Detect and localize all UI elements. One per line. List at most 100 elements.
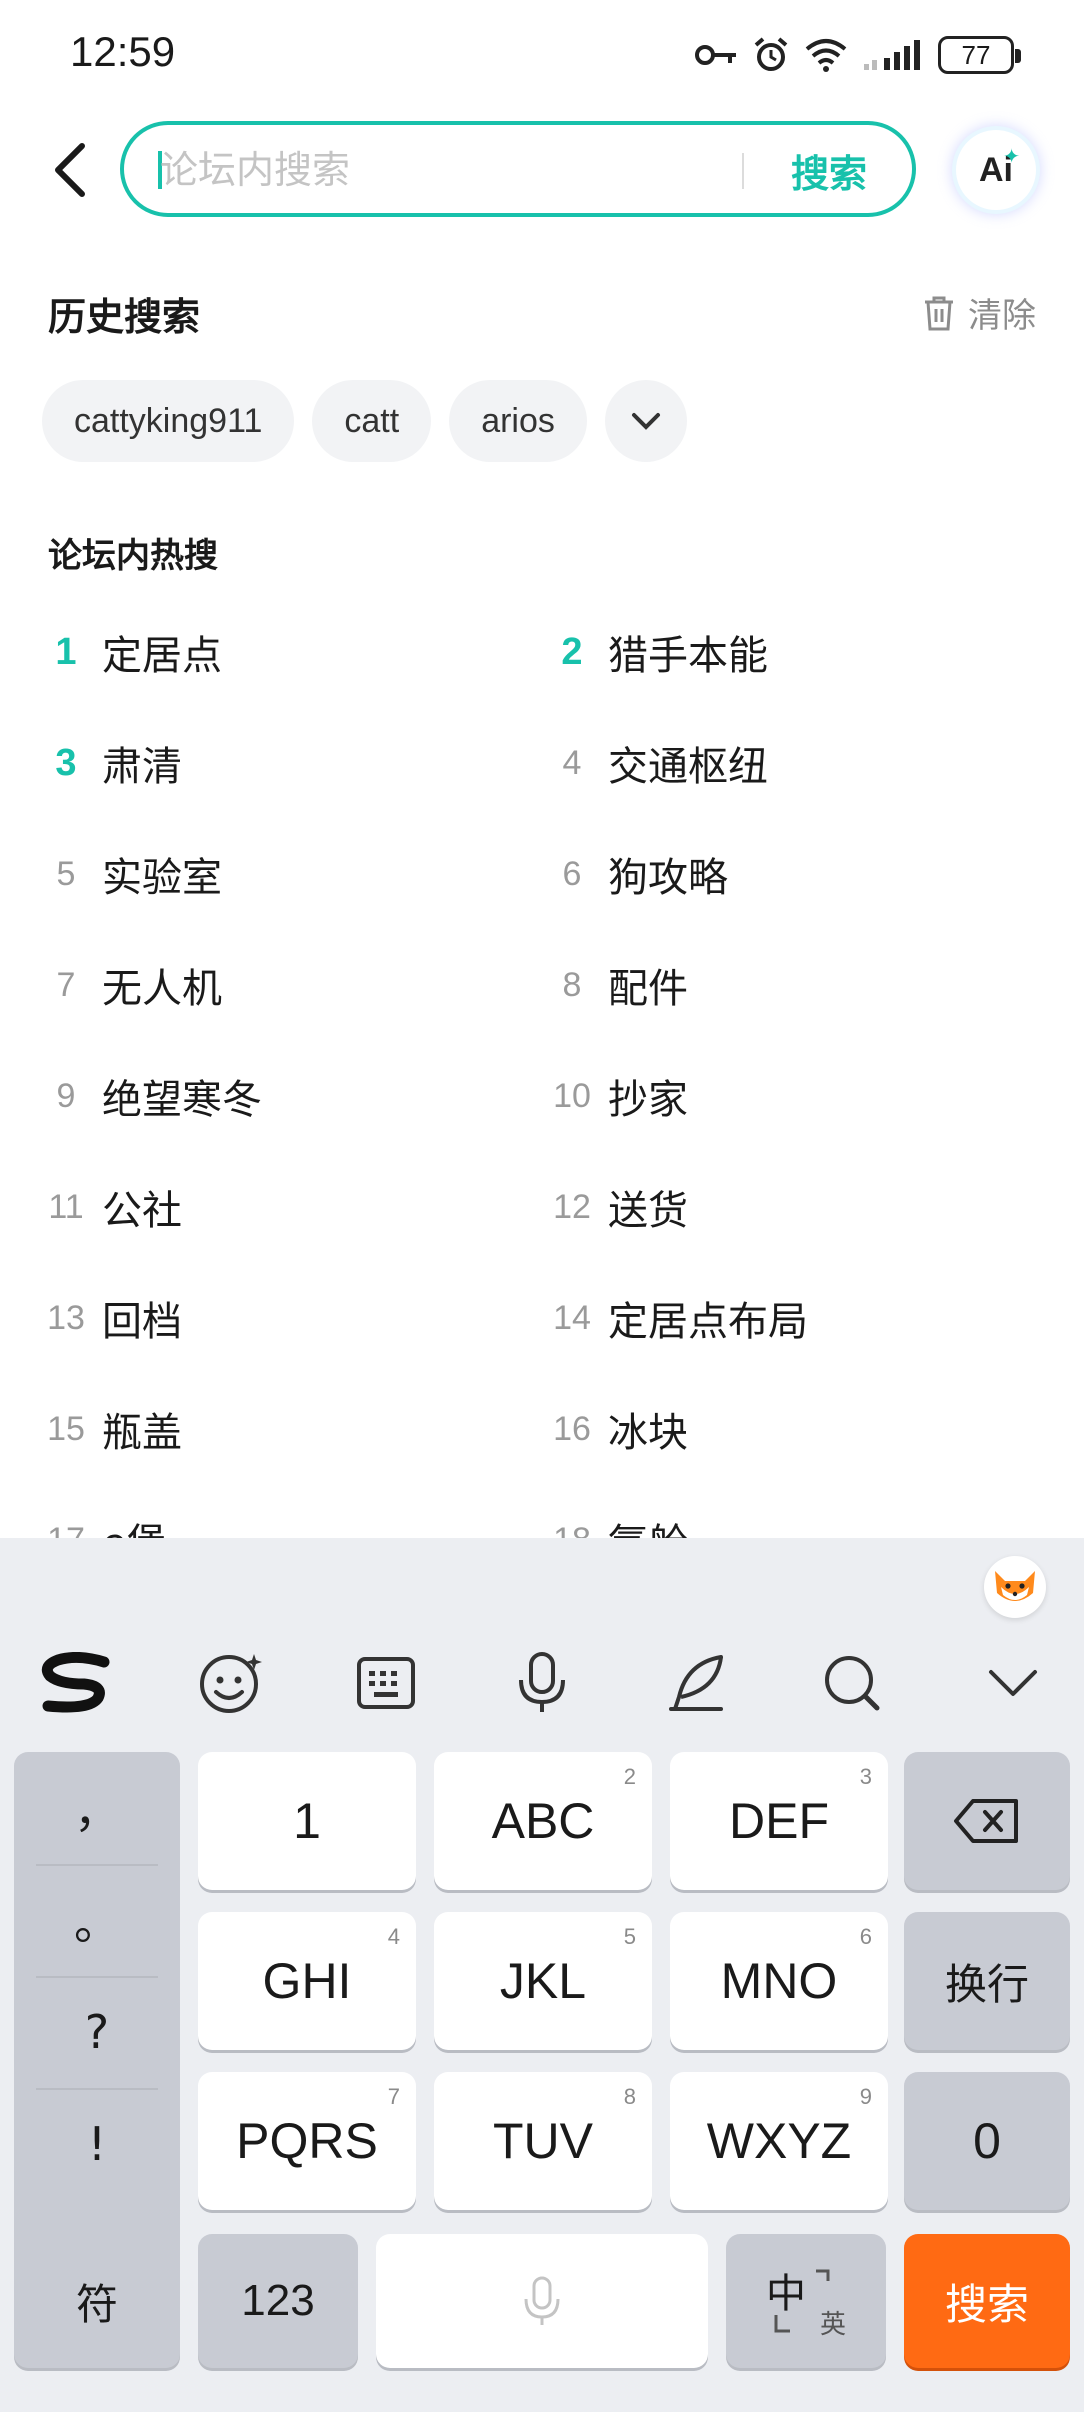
hot-search-item[interactable]: 6 狗攻略 [544, 834, 728, 914]
ai-assistant-button[interactable]: Ai ✦ [956, 130, 1036, 210]
collapse-keyboard-button[interactable] [968, 1638, 1058, 1728]
hot-search-item[interactable]: 12 送货 [544, 1167, 688, 1247]
key-label: JKL [499, 1953, 587, 2009]
key-label: PQRS [236, 2113, 378, 2169]
key-pqrs[interactable]: PQRS 7 [198, 2072, 416, 2210]
hot-rank: 3 [55, 741, 77, 784]
key-1[interactable]: 1 [198, 1752, 416, 1890]
key-label: WXYZ [706, 2113, 852, 2169]
hot-search-item[interactable]: 18 氧舱 [544, 1500, 688, 1539]
hot-search-item[interactable]: 13 回档 [38, 1278, 182, 1358]
key-number: 3 [859, 1764, 872, 1789]
keyboard-layout-button[interactable] [341, 1638, 431, 1728]
status-icons: 77 [694, 30, 1021, 80]
clear-history-button[interactable]: 清除 [922, 288, 1036, 337]
hot-text: 定居点 [102, 633, 222, 679]
trash-icon [925, 296, 953, 330]
hot-search-item[interactable]: 14 定居点布局 [544, 1278, 808, 1358]
hot-rank: 12 [553, 1187, 591, 1226]
key-ghi[interactable]: GHI 4 [198, 1912, 416, 2050]
hot-search-item[interactable]: 16 冰块 [544, 1389, 688, 1469]
emoji-button[interactable] [186, 1638, 276, 1728]
key-wxyz[interactable]: WXYZ 9 [670, 2072, 888, 2210]
key-mno[interactable]: MNO 6 [670, 1912, 888, 2050]
key-label: 1 [293, 1793, 321, 1849]
hot-text: 送货 [608, 1188, 688, 1234]
search-box[interactable]: 搜索 [120, 121, 916, 217]
hot-text: 无人机 [102, 966, 222, 1012]
punct-key-question[interactable]: ? [14, 1976, 180, 2088]
key-number: 9 [859, 2084, 872, 2109]
hot-rank: 7 [56, 965, 76, 1004]
hot-rank: 10 [553, 1076, 591, 1115]
hot-search-item[interactable]: 5 实验室 [38, 834, 222, 914]
keyboard-icon [357, 1657, 415, 1709]
hot-rank: 16 [553, 1409, 591, 1448]
hot-search-item[interactable]: 9 绝望寒冬 [38, 1056, 262, 1136]
key-label: 搜索 [944, 2279, 1029, 2329]
hot-text: 交通枢纽 [608, 744, 768, 790]
hot-rank: 8 [562, 965, 582, 1004]
hot-search-item[interactable]: 17 e堡 [38, 1500, 167, 1539]
hot-text: 绝望寒冬 [102, 1077, 262, 1123]
expand-history-button[interactable] [604, 380, 687, 462]
search-input[interactable] [160, 139, 720, 201]
hot-search-item[interactable]: 8 配件 [544, 945, 688, 1025]
key-number: 7 [387, 2084, 400, 2109]
sogou-logo-icon [41, 1652, 110, 1713]
hot-text: 肃清 [102, 744, 182, 790]
hot-search-item[interactable]: 7 无人机 [38, 945, 222, 1025]
hot-rank: 6 [562, 854, 582, 893]
history-chip[interactable]: cattyking911 [42, 380, 295, 462]
newline-key[interactable]: 换行 [904, 1912, 1070, 2050]
chevron-down-icon [631, 413, 660, 430]
zero-key[interactable]: 0 [904, 2072, 1070, 2210]
search-icon [825, 1656, 880, 1711]
handwriting-button[interactable] [652, 1638, 742, 1728]
hot-search-item[interactable]: 1 定居点 [38, 612, 222, 692]
hot-search-list: 1 定居点 2 猎手本能 3 肃清 4 交通枢纽 5 实验室 6 狗攻略 7 无… [0, 600, 1084, 1539]
symbols-key[interactable]: 符 [14, 2234, 180, 2368]
key-jkl[interactable]: JKL 5 [434, 1912, 652, 2050]
key-label: 0 [973, 2113, 1001, 2169]
hot-text: 定居点布局 [608, 1299, 808, 1345]
language-switch-key[interactable]: 中 英 [726, 2234, 886, 2368]
key-label: DEF [729, 1793, 829, 1849]
key-icon [695, 45, 736, 65]
microphone-icon [519, 1652, 565, 1712]
hot-search-item[interactable]: 4 交通枢纽 [544, 723, 768, 803]
hot-text: 冰块 [608, 1410, 688, 1456]
hot-search-item[interactable]: 11 公社 [38, 1167, 182, 1247]
status-time: 12:59 [70, 28, 176, 75]
search-submit-button[interactable]: 搜索 [764, 139, 894, 201]
numbers-key[interactable]: 123 [198, 2234, 358, 2368]
microphone-icon [524, 2276, 560, 2325]
ime-logo-button[interactable] [30, 1638, 120, 1728]
history-chip[interactable]: arios [449, 380, 587, 462]
lang-switch-arrows-icon [774, 2269, 830, 2333]
hot-search-item[interactable]: 3 肃清 [38, 723, 182, 803]
keyboard-search-key[interactable]: 搜索 [904, 2234, 1070, 2368]
punctuation-column: ， 。 ? ! [14, 1752, 180, 2304]
key-abc[interactable]: ABC 2 [434, 1752, 652, 1890]
voice-input-button[interactable] [497, 1638, 587, 1728]
hot-search-item[interactable]: 15 瓶盖 [38, 1389, 182, 1469]
hot-search-item[interactable]: 10 抄家 [544, 1056, 688, 1136]
punct-key-exclamation[interactable]: ! [14, 2088, 180, 2200]
backspace-key[interactable] [904, 1752, 1070, 1890]
hot-rank: 17 [38, 1521, 94, 1539]
key-def[interactable]: DEF 3 [670, 1752, 888, 1890]
key-label: 换行 [944, 1959, 1029, 2009]
key-tuv[interactable]: TUV 8 [434, 2072, 652, 2210]
space-key[interactable] [376, 2234, 708, 2368]
hot-text: 回档 [102, 1299, 182, 1345]
key-number: 8 [623, 2084, 636, 2109]
keyboard-search-tool[interactable] [807, 1638, 897, 1728]
mascot-icon[interactable] [984, 1556, 1046, 1618]
back-button[interactable] [40, 140, 100, 200]
punct-key-comma[interactable]: ， [14, 1752, 180, 1864]
punct-key-period[interactable]: 。 [14, 1864, 180, 1976]
hot-rank: 13 [47, 1298, 85, 1337]
history-chip[interactable]: catt [312, 380, 432, 462]
hot-search-item[interactable]: 2 猎手本能 [544, 612, 768, 692]
